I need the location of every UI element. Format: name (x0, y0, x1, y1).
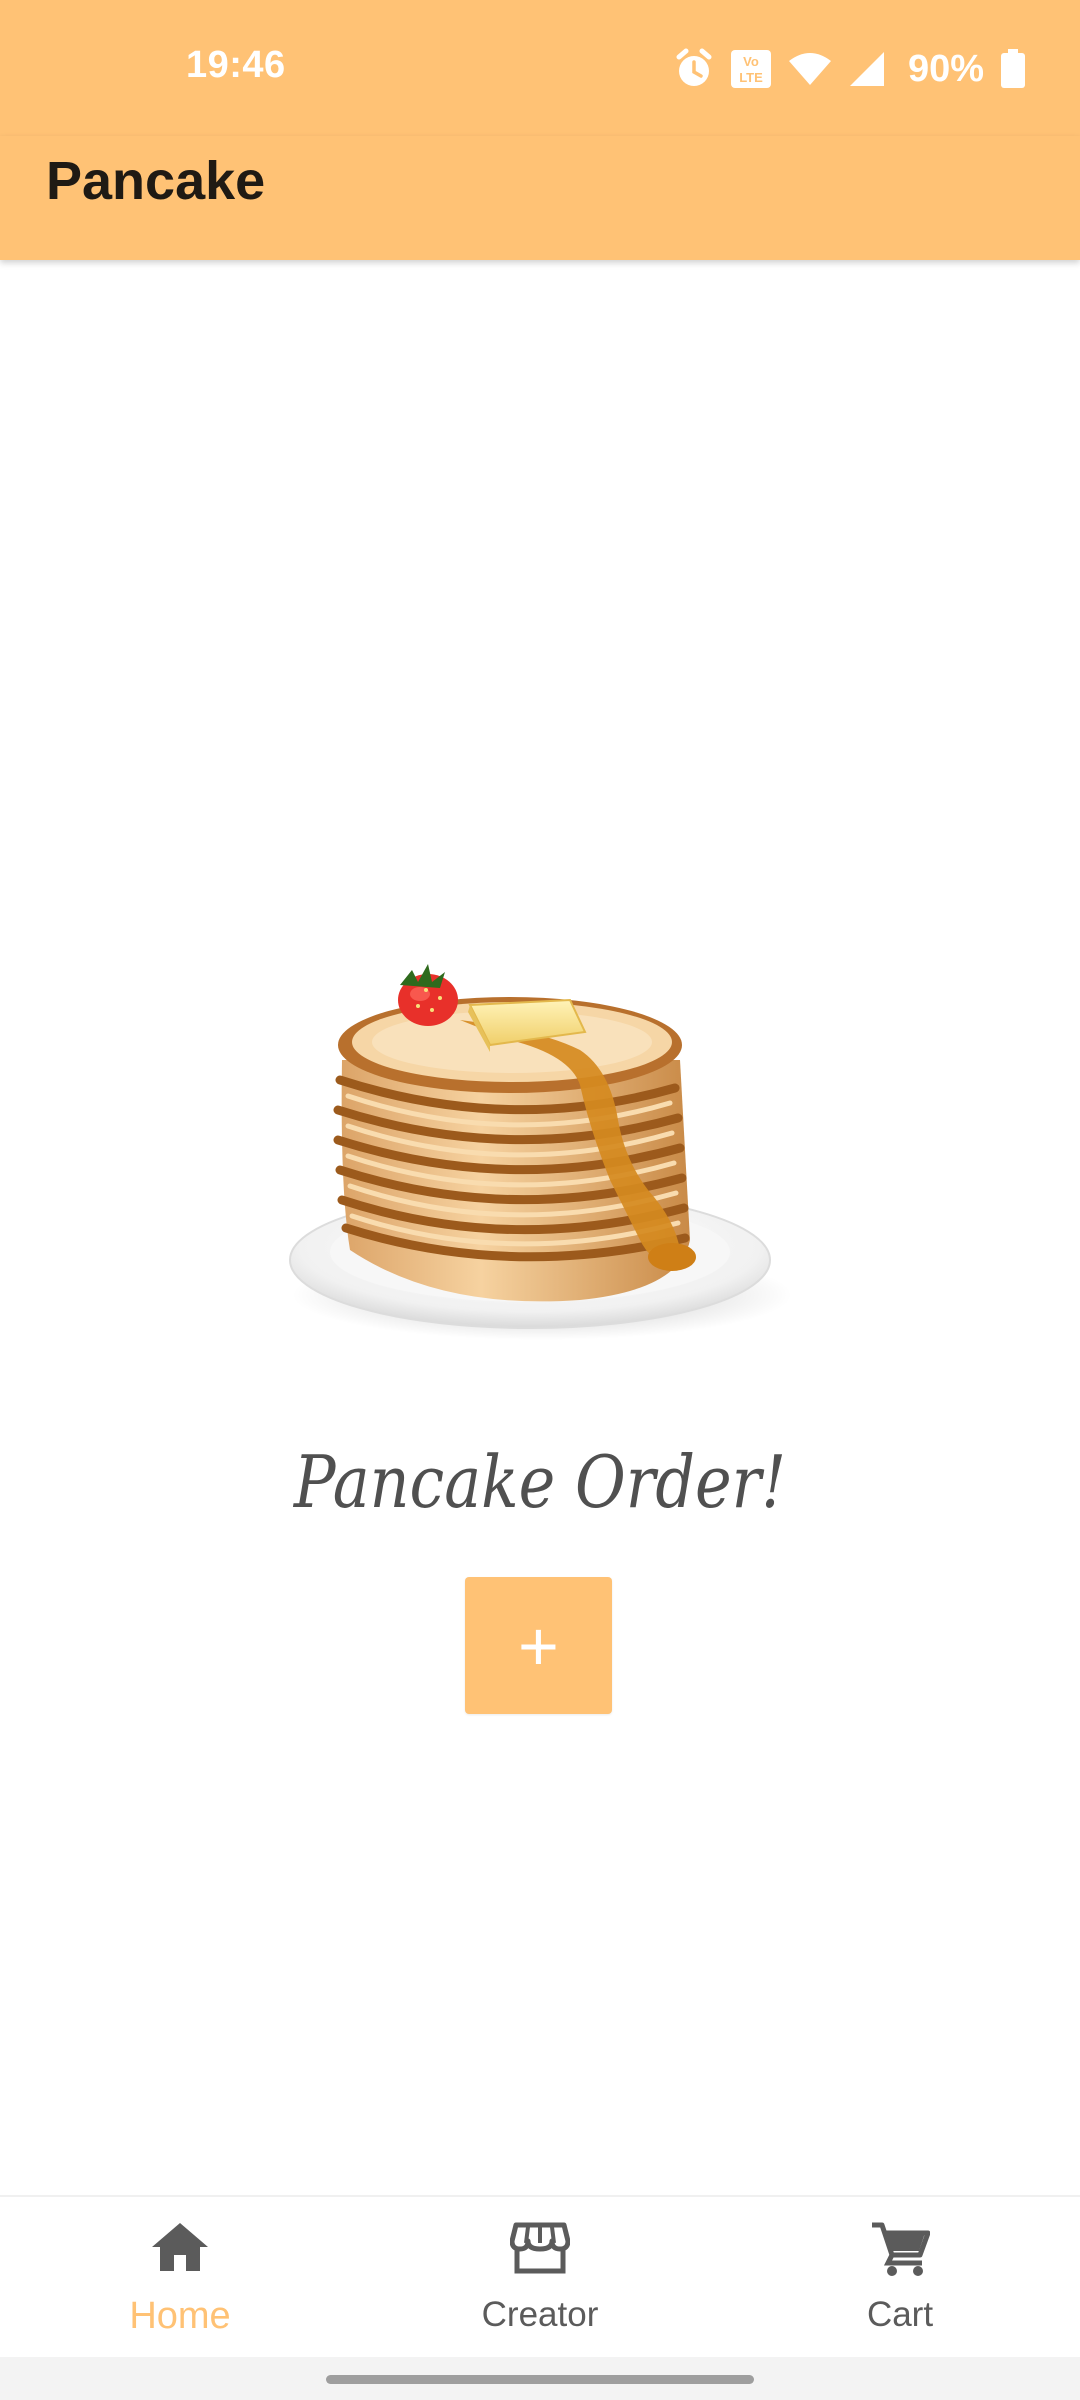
nav-item-home[interactable]: Home (0, 2197, 360, 2359)
app-title: Pancake (46, 151, 266, 211)
nav-label-home: Home (129, 2295, 231, 2337)
nav-item-creator[interactable]: Creator (360, 2197, 720, 2359)
home-icon (150, 2221, 210, 2278)
gesture-handle[interactable] (326, 2375, 754, 2384)
alarm-icon (674, 48, 714, 90)
battery-percent: 90% (907, 47, 984, 90)
bottom-navigation: Home Creator Cart (0, 2195, 1080, 2359)
nav-label-creator: Creator (481, 2295, 599, 2334)
order-title: Pancake Order! (293, 1440, 787, 1524)
app-screen: 19:46 Vo LTE 90% Pancake Pancake Order! … (0, 0, 1080, 2400)
cart-icon (870, 2221, 931, 2282)
battery-icon (1000, 49, 1026, 89)
nav-item-cart[interactable]: Cart (720, 2197, 1080, 2359)
wifi-icon (788, 51, 832, 87)
signal-icon (848, 50, 886, 88)
status-time: 19:46 (186, 44, 286, 86)
status-icons: Vo LTE 90% (674, 44, 1026, 94)
storefront-icon (509, 2221, 571, 2280)
nav-label-cart: Cart (866, 2295, 934, 2334)
svg-text:LTE: LTE (739, 70, 763, 85)
status-bar: 19:46 Vo LTE 90% (0, 0, 1080, 136)
pancake-stack-image (280, 960, 800, 1370)
svg-text:Vo: Vo (743, 54, 759, 69)
volte-icon: Vo LTE (730, 49, 772, 89)
add-order-button[interactable]: + (465, 1577, 612, 1714)
